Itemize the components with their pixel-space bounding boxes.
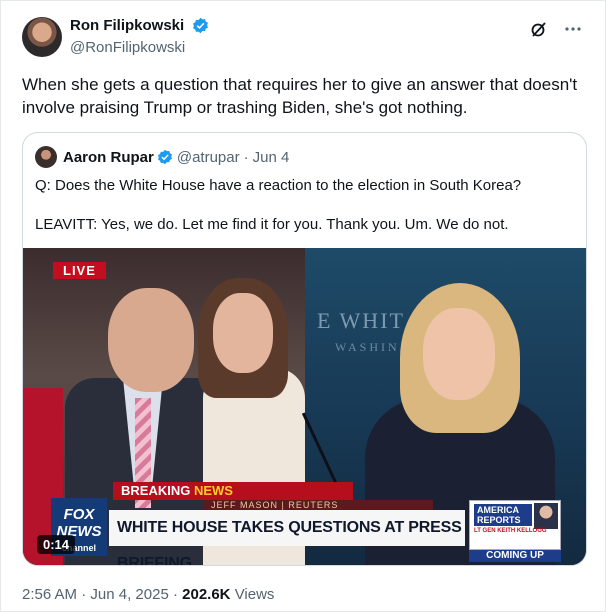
coming-up-label: COMING UP bbox=[469, 550, 561, 562]
tweet-meta: 2:56 AM · Jun 4, 2025 · 202.6K Views bbox=[22, 586, 274, 603]
backdrop-text: E WHIT bbox=[317, 308, 405, 333]
guest-thumbnail bbox=[534, 503, 558, 529]
quoted-separator: · bbox=[243, 148, 249, 166]
breaking-label: BREAKING bbox=[121, 483, 191, 498]
meta-separator: · bbox=[81, 586, 87, 603]
quoted-date: Jun 4 bbox=[252, 148, 290, 166]
quoted-tweet[interactable]: Aaron Rupar @atrupar · Jun 4 Q: Does the… bbox=[22, 132, 587, 566]
backdrop-subtext: WASHIN bbox=[335, 340, 400, 354]
quoted-text-line-1: Q: Does the White House have a reaction … bbox=[35, 177, 522, 194]
meta-separator: · bbox=[172, 586, 178, 603]
author-name[interactable]: Ron Filipkowski bbox=[70, 17, 184, 34]
verified-badge-icon bbox=[157, 149, 172, 165]
scene-man-head bbox=[108, 288, 194, 392]
views-label: Views bbox=[234, 586, 275, 603]
quoted-author-name: Aaron Rupar bbox=[63, 148, 154, 166]
video-duration: 0:14 bbox=[37, 535, 76, 554]
author-handle[interactable]: @RonFilipkowski bbox=[70, 39, 209, 56]
tweet-text: When she gets a question that requires h… bbox=[22, 75, 578, 117]
tweet-time[interactable]: 2:56 AM bbox=[22, 586, 77, 603]
breaking-news-bar: BREAKING NEWS bbox=[113, 482, 353, 500]
reporter-caption: JEFF MASON | REUTERS bbox=[203, 500, 433, 510]
author-info: Ron Filipkowski @RonFilipkowski bbox=[70, 17, 209, 56]
quoted-handle: @atrupar bbox=[176, 148, 240, 166]
author-avatar[interactable] bbox=[22, 17, 62, 57]
quoted-avatar bbox=[35, 146, 57, 168]
tweet-actions-top bbox=[529, 19, 583, 39]
live-badge: LIVE bbox=[53, 262, 106, 279]
quoted-header: Aaron Rupar @atrupar · Jun 4 bbox=[35, 146, 289, 168]
video-player[interactable]: E WHIT WASHIN LIVE BREAKING NEWS JEFF MA… bbox=[23, 248, 586, 565]
chyron-headline: WHITE HOUSE TAKES QUESTIONS AT PRESS BRI… bbox=[109, 510, 465, 565]
verified-badge-icon bbox=[192, 18, 208, 34]
guest-caption: LT GEN KEITH KELLOGG bbox=[474, 528, 547, 534]
more-icon[interactable] bbox=[563, 19, 583, 39]
news-label: NEWS bbox=[193, 483, 233, 498]
show-branding: AMERICA REPORTS LT GEN KEITH KELLOGG bbox=[469, 500, 561, 550]
tweet-card: Ron Filipkowski @RonFilipkowski When she… bbox=[0, 0, 606, 612]
scene-speaker-face bbox=[423, 308, 495, 400]
grok-icon[interactable] bbox=[529, 19, 549, 39]
quoted-text-line-2: LEAVITT: Yes, we do. Let me find it for … bbox=[35, 216, 509, 233]
scene-woman-face bbox=[213, 293, 273, 373]
tweet-date[interactable]: Jun 4, 2025 bbox=[90, 586, 168, 603]
show-name: AMERICA REPORTS bbox=[474, 504, 532, 526]
views-count: 202.6K bbox=[182, 586, 231, 603]
